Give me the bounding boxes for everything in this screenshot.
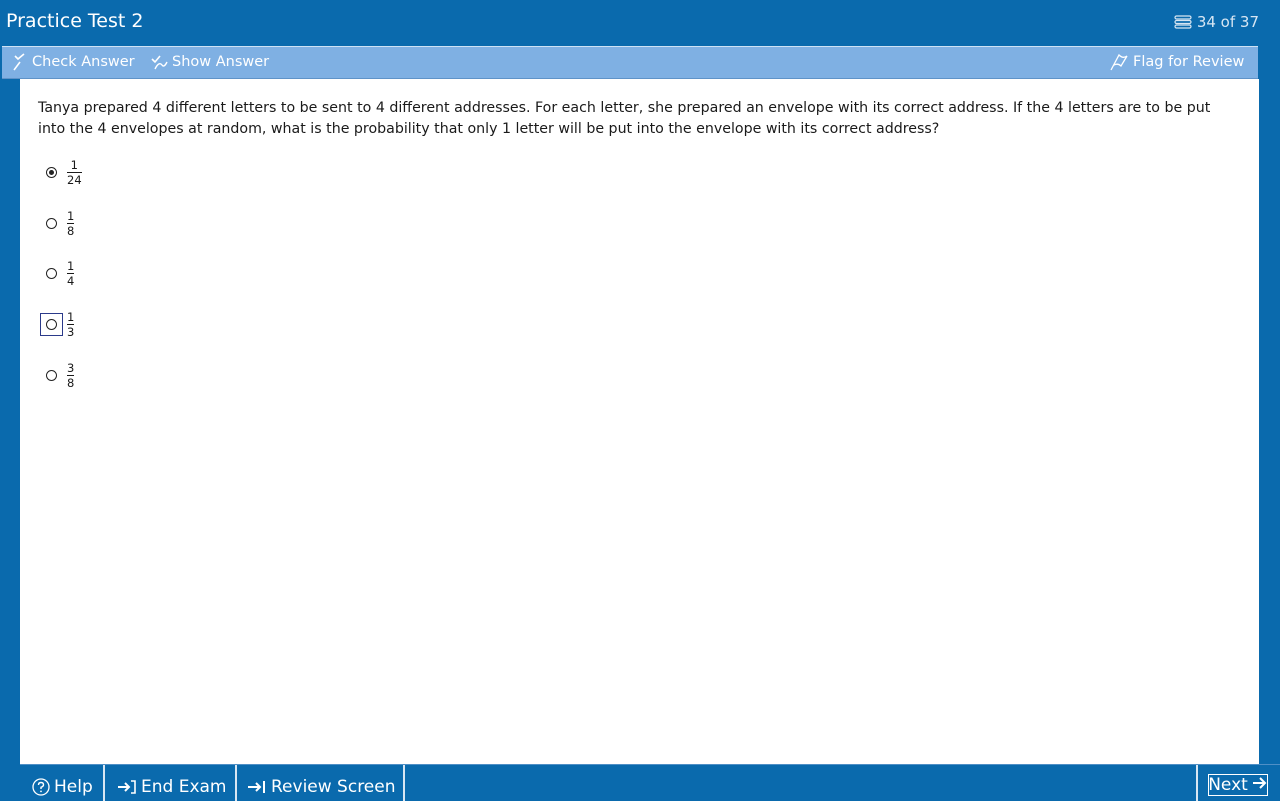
question-list-icon [1173,15,1193,29]
choice-4-fraction: 1 3 [67,309,75,339]
answer-choice-3[interactable]: 1 4 [40,258,75,288]
end-exam-label: End Exam [141,777,227,797]
help-icon [32,778,50,796]
answer-choice-5[interactable]: 3 8 [40,360,75,390]
answer-choice-4[interactable]: 1 3 [40,309,75,339]
app-title: Practice Test 2 [6,10,144,32]
choice-4-denominator: 3 [67,324,75,339]
choice-3-numerator: 1 [67,258,75,273]
radio-choice-5[interactable] [40,364,63,387]
next-area: Next [1196,765,1280,801]
choice-1-denominator: 24 [67,172,82,187]
show-answer-label: Show Answer [172,54,270,70]
radio-choice-4[interactable] [40,312,63,336]
choice-3-denominator: 4 [67,273,75,288]
check-answer-button[interactable]: Check Answer [12,53,135,71]
end-exam-button[interactable]: End Exam [107,765,237,801]
end-exam-icon [117,779,137,795]
choice-2-denominator: 8 [67,223,75,238]
help-label: Help [54,777,93,797]
toolbar: Check Answer Show Answer Flag for Review [2,46,1258,79]
next-button[interactable]: Next [1208,774,1268,796]
radio-choice-3[interactable] [40,262,63,285]
left-margin [0,79,20,800]
show-answer-button[interactable]: Show Answer [150,53,269,71]
question-panel: Tanya prepared 4 different letters to be… [20,79,1259,764]
flag-for-review-button[interactable]: Flag for Review [1109,53,1244,71]
right-margin [1259,46,1280,764]
choice-1-fraction: 1 24 [67,159,82,186]
help-button[interactable]: Help [20,765,105,801]
check-answer-label: Check Answer [32,54,135,70]
review-screen-label: Review Screen [271,777,396,797]
show-answer-icon [150,53,168,71]
answer-choice-1[interactable]: 1 24 [40,157,82,187]
radio-selected-dot [49,169,54,175]
radio-choice-2[interactable] [40,212,63,235]
flag-for-review-label: Flag for Review [1133,54,1245,70]
choice-4-numerator: 1 [67,309,75,324]
next-label: Next [1208,775,1248,795]
check-answer-icon [12,53,28,71]
choice-1-numerator: 1 [70,157,78,172]
choice-5-fraction: 3 8 [67,360,75,390]
choice-2-fraction: 1 8 [67,208,75,238]
review-screen-button[interactable]: Review Screen [237,765,405,801]
choice-3-fraction: 1 4 [67,258,75,288]
question-counter: 34 of 37 [1173,13,1259,31]
arrow-right-icon [1252,775,1268,795]
counter-text: 34 of 37 [1196,13,1259,31]
answer-choice-2[interactable]: 1 8 [40,208,75,238]
flag-icon [1109,53,1129,71]
question-text: Tanya prepared 4 different letters to be… [38,100,1211,137]
radio-choice-1[interactable] [40,161,63,184]
title-bar: Practice Test 2 34 of 37 [0,0,1280,46]
review-screen-icon [247,779,267,795]
choice-5-numerator: 3 [67,360,75,375]
bottom-navigation-bar: Help End Exam Review Screen Next [20,764,1280,801]
choice-5-denominator: 8 [67,375,75,390]
choice-2-numerator: 1 [67,208,75,223]
